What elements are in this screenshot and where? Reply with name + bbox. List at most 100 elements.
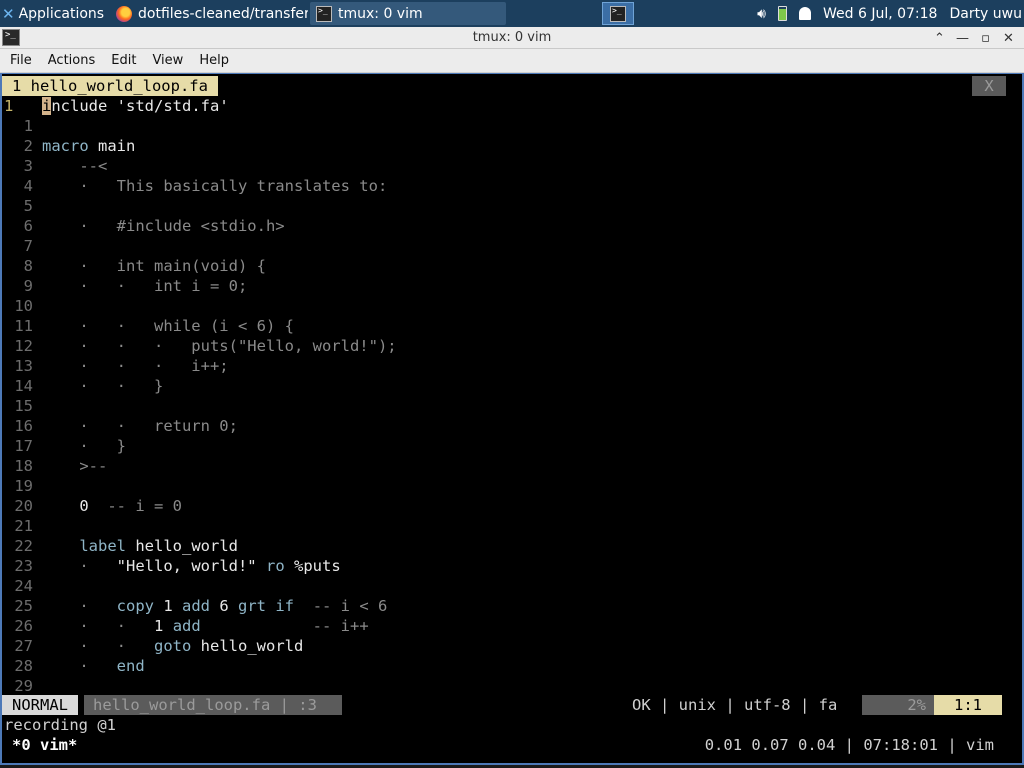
- line-text: >--: [42, 457, 108, 475]
- volume-icon[interactable]: 🔊︎: [757, 6, 766, 22]
- code-line[interactable]: 15: [2, 396, 1002, 416]
- code-line[interactable]: 7: [2, 236, 1002, 256]
- code-line[interactable]: 19: [2, 476, 1002, 496]
- line-number: 13: [14, 357, 33, 375]
- code-line[interactable]: 11 · · while (i < 6) {: [2, 316, 1002, 336]
- line-number: 10: [14, 297, 33, 315]
- code-line[interactable]: 27 · · goto hello_world: [2, 636, 1002, 656]
- line-number: 4: [23, 177, 33, 195]
- code-line[interactable]: 26 · · 1 add -- i++: [2, 616, 1002, 636]
- code-line[interactable]: 5: [2, 196, 1002, 216]
- tmux-statusbar: *0 vim* 0.01 0.07 0.04 | 07:18:01 | vim: [2, 735, 1022, 755]
- terminal-area[interactable]: 1 hello_world_loop.fa X 1 include 'std/st…: [0, 73, 1024, 765]
- battery-icon[interactable]: [777, 6, 787, 21]
- menu-edit[interactable]: Edit: [101, 53, 142, 68]
- line-number: 18: [14, 457, 33, 475]
- code-line[interactable]: 13 · · · i++;: [2, 356, 1002, 376]
- code-line[interactable]: 22 label hello_world: [2, 536, 1002, 556]
- terminal-launcher-button[interactable]: [602, 2, 634, 25]
- window-menu-icon[interactable]: [2, 29, 20, 46]
- line-number: 5: [23, 197, 33, 215]
- line-text: · copy 1 add 6 grt if -- i < 6: [79, 597, 388, 615]
- line-text: · #include <stdio.h>: [42, 217, 285, 235]
- menu-view[interactable]: View: [142, 53, 189, 68]
- code-line[interactable]: 6 · #include <stdio.h>: [2, 216, 1002, 236]
- line-number: 17: [14, 437, 33, 455]
- tmux-window-label[interactable]: *0 vim*: [12, 735, 77, 755]
- line-text: · "Hello, world!" ro %puts: [79, 557, 341, 575]
- line-text: · · int i = 0;: [42, 277, 248, 295]
- code-line[interactable]: 2 macro main: [2, 136, 1002, 156]
- line-number: 23: [14, 557, 33, 575]
- minimize-window-icon[interactable]: —: [951, 31, 974, 46]
- vim-tab[interactable]: 1 hello_world_loop.fa: [2, 76, 218, 96]
- line-text: · }: [42, 437, 126, 455]
- code-line[interactable]: 29: [2, 676, 1002, 696]
- code-line[interactable]: 25 · copy 1 add 6 grt if -- i < 6: [2, 596, 1002, 616]
- menu-help[interactable]: Help: [189, 53, 235, 68]
- line-number: 26: [14, 617, 33, 635]
- code-line[interactable]: 17 · }: [2, 436, 1002, 456]
- code-line[interactable]: 24: [2, 576, 1002, 596]
- line-number: 11: [14, 317, 33, 335]
- vim-statusline: NORMAL hello_world_loop.fa | :3 OK | uni…: [2, 695, 1022, 715]
- code-line[interactable]: 28 · end: [2, 656, 1002, 676]
- tmux-status-right: 0.01 0.07 0.04 | 07:18:01 | vim: [704, 736, 994, 754]
- line-number: 1: [4, 97, 14, 115]
- taskbar-item-label: dotfiles-cleaned/transfer...: [138, 5, 308, 22]
- code-line[interactable]: 20 0 -- i = 0: [2, 496, 1002, 516]
- code-line[interactable]: 4 · This basically translates to:: [2, 176, 1002, 196]
- vim-command-line[interactable]: recording @1: [2, 715, 116, 735]
- line-text: · This basically translates to:: [42, 177, 388, 195]
- line-text: macro main: [42, 137, 136, 155]
- code-line[interactable]: 10: [2, 296, 1002, 316]
- line-text: · · · puts("Hello, world!");: [42, 337, 397, 355]
- terminal-icon: [316, 5, 332, 22]
- status-cursor-position: 1:1: [934, 695, 1002, 715]
- close-window-icon[interactable]: ✕: [997, 31, 1020, 46]
- applications-menu[interactable]: ✕ Applications: [0, 0, 108, 27]
- taskbar-item-terminal[interactable]: tmux: 0 vim: [310, 2, 506, 25]
- code-line[interactable]: 8 · int main(void) {: [2, 256, 1002, 276]
- line-number: 6: [23, 217, 33, 235]
- line-number: 3: [23, 157, 33, 175]
- taskbar-item-firefox[interactable]: dotfiles-cleaned/transfer...: [110, 2, 308, 25]
- line-text: · end: [79, 657, 145, 675]
- code-line[interactable]: 12 · · · puts("Hello, world!");: [2, 336, 1002, 356]
- code-line[interactable]: 1 include 'std/std.fa': [2, 96, 1002, 116]
- vim-tabline: 1 hello_world_loop.fa X: [2, 76, 1022, 96]
- clock[interactable]: Wed 6 Jul, 07:18: [823, 6, 937, 22]
- menu-actions[interactable]: Actions: [38, 53, 102, 68]
- vim-mode: NORMAL: [2, 695, 78, 715]
- code-line[interactable]: 1: [2, 116, 1002, 136]
- line-number: 21: [14, 517, 33, 535]
- line-text: · · 1 add -- i++: [79, 617, 369, 635]
- line-text: include 'std/std.fa': [42, 97, 229, 115]
- shade-window-icon[interactable]: ⌃: [928, 31, 951, 46]
- vim-tab-close-button[interactable]: X: [972, 76, 1006, 96]
- line-number: 20: [14, 497, 33, 515]
- firefox-icon: [116, 5, 132, 22]
- system-tray: 🔊︎ Wed 6 Jul, 07:18 Darty uwu: [751, 0, 1024, 27]
- line-number: 9: [23, 277, 33, 295]
- code-line[interactable]: 14 · · }: [2, 376, 1002, 396]
- terminal-icon: [610, 5, 626, 22]
- line-number: 24: [14, 577, 33, 595]
- code-line[interactable]: 9 · · int i = 0;: [2, 276, 1002, 296]
- menu-file[interactable]: File: [0, 53, 38, 68]
- line-number: 19: [14, 477, 33, 495]
- maximize-window-icon[interactable]: ▫: [974, 31, 997, 46]
- user-menu[interactable]: Darty uwu: [949, 6, 1022, 22]
- line-number: 2: [23, 137, 33, 155]
- status-file-info: OK | unix | utf-8 | fa: [632, 696, 838, 714]
- line-number: 7: [23, 237, 33, 255]
- code-line[interactable]: 21: [2, 516, 1002, 536]
- line-number: 8: [23, 257, 33, 275]
- code-line[interactable]: 3 --<: [2, 156, 1002, 176]
- window-titlebar[interactable]: tmux: 0 vim ⌃ — ▫ ✕: [0, 27, 1024, 49]
- code-line[interactable]: 16 · · return 0;: [2, 416, 1002, 436]
- line-text: · · }: [42, 377, 164, 395]
- notification-bell-icon[interactable]: [798, 7, 811, 20]
- code-line[interactable]: 23 · "Hello, world!" ro %puts: [2, 556, 1002, 576]
- code-line[interactable]: 18 >--: [2, 456, 1002, 476]
